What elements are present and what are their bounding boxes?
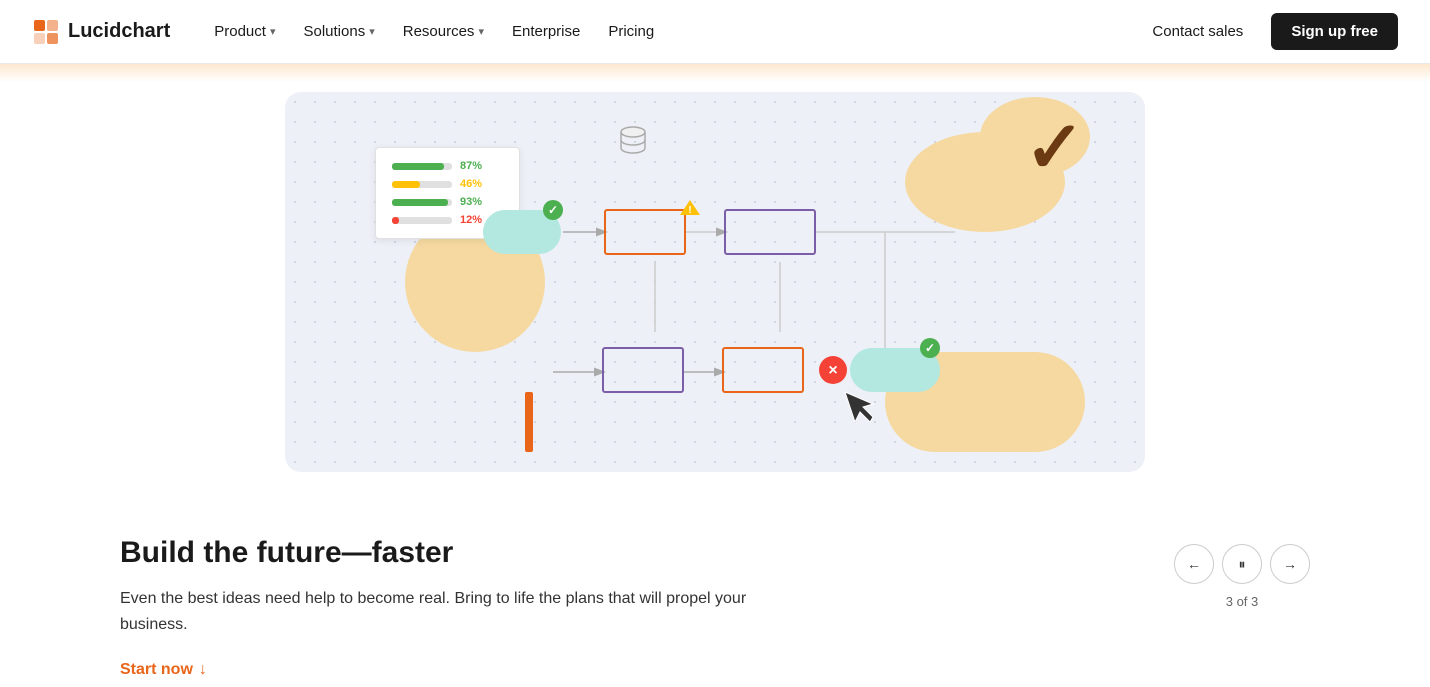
start-now-arrow: ↓ [199,661,207,679]
bar-bg [392,199,452,206]
sub-text: Even the best ideas need help to become … [120,586,780,637]
text-cta-section: Build the future—faster Even the best id… [0,512,1430,679]
nav-right: Contact sales Sign up free [1140,13,1398,50]
pagination-controls: ← ⏸ → 3 of 3 [1174,536,1310,609]
solutions-chevron-icon: ▾ [369,25,375,38]
ctrl-buttons: ← ⏸ → [1174,544,1310,584]
signup-button[interactable]: Sign up free [1271,13,1398,50]
nav-links: Product ▾ Solutions ▾ Resources ▾ Enterp… [202,15,666,48]
bar-bg [392,163,452,170]
main-heading: Build the future—faster [120,536,780,570]
contact-sales-button[interactable]: Contact sales [1140,15,1255,48]
prev-icon: ← [1187,556,1201,572]
bar-fill-1 [392,163,444,170]
top-strip [0,64,1430,82]
start-now-link[interactable]: Start now ↓ [120,661,207,679]
pause-button[interactable]: ⏸ [1222,544,1262,584]
nav-pricing[interactable]: Pricing [596,15,666,48]
start-now-label: Start now [120,661,193,679]
page-wrapper: Lucidchart Product ▾ Solutions ▾ Resourc… [0,0,1430,687]
logo-icon [32,18,60,46]
bar-bg [392,181,452,188]
flowchart-svg: ✓ ! × [475,152,1055,462]
svg-text:✓: ✓ [548,203,558,217]
bar-fill-4 [392,217,399,224]
nav-solutions[interactable]: Solutions ▾ [291,15,386,48]
product-chevron-icon: ▾ [270,25,276,38]
nav-product[interactable]: Product ▾ [202,15,287,48]
nav-left: Lucidchart Product ▾ Solutions ▾ Resourc… [32,15,666,48]
logo[interactable]: Lucidchart [32,18,170,46]
navbar: Lucidchart Product ▾ Solutions ▾ Resourc… [0,0,1430,64]
next-button[interactable]: → [1270,544,1310,584]
diagram-area: ✓ 87% [265,92,1165,512]
page-indicator: 3 of 3 [1226,594,1259,609]
bar-fill-2 [392,181,420,188]
hero-section: ✓ 87% [0,64,1430,679]
bar-fill-3 [392,199,448,206]
nav-resources[interactable]: Resources ▾ [391,15,496,48]
prev-button[interactable]: ← [1174,544,1214,584]
diagram-card: ✓ 87% [285,92,1145,472]
text-block: Build the future—faster Even the best id… [120,536,780,679]
svg-text:✓: ✓ [925,341,935,355]
pause-icon: ⏸ [1239,556,1246,573]
logo-text: Lucidchart [68,20,170,43]
bar-bg [392,217,452,224]
resources-chevron-icon: ▾ [478,25,484,38]
next-icon: → [1283,556,1297,572]
nav-enterprise[interactable]: Enterprise [500,15,592,48]
svg-text:×: × [828,362,837,379]
svg-text:!: ! [688,205,691,216]
